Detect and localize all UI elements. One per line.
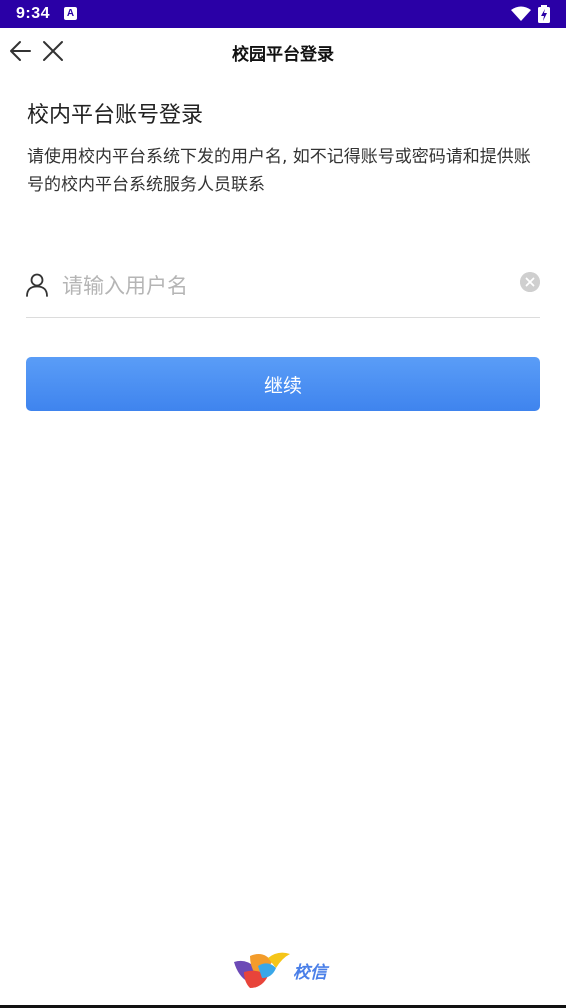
brand-name: 校信 [293, 963, 327, 983]
status-bar: 9:34 A [0, 0, 566, 28]
username-input[interactable] [60, 268, 504, 304]
login-description: 请使用校内平台系统下发的用户名, 如不记得账号或密码请和提供账号的校内平台系统服… [27, 147, 531, 195]
username-field [26, 262, 540, 318]
brand-logo [234, 952, 290, 988]
header: 校园平台登录 [0, 28, 566, 76]
user-icon [26, 273, 48, 297]
page-title: 校园平台登录 [232, 45, 334, 65]
continue-button[interactable]: 继续 [26, 357, 540, 411]
wifi-icon [511, 6, 531, 21]
login-heading: 校内平台账号登录 [27, 103, 204, 128]
clear-icon[interactable] [520, 272, 540, 292]
notification-a-icon: A [64, 7, 77, 20]
battery-icon [538, 5, 550, 23]
status-time: 9:34 [16, 5, 51, 22]
